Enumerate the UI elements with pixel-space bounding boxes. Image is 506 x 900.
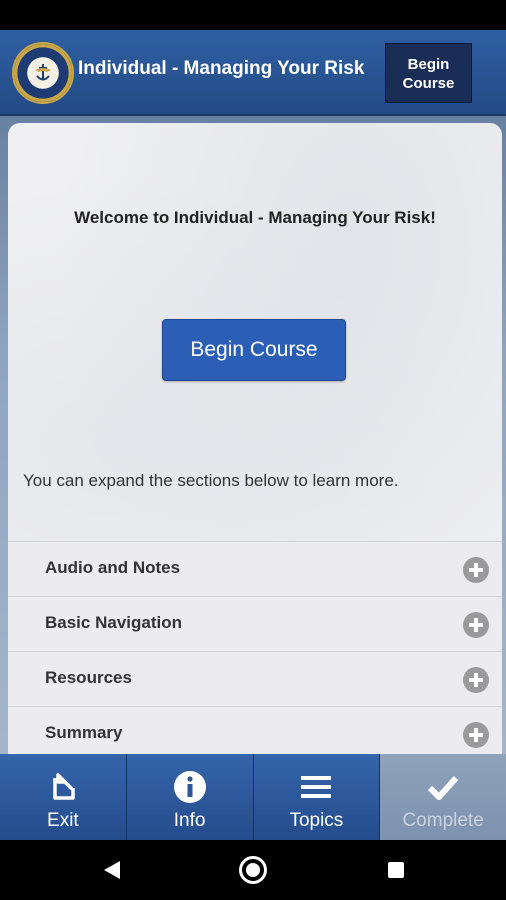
section-basic-navigation[interactable]: Basic Navigation: [8, 596, 502, 651]
course-title: Individual - Managing Your Risk: [78, 58, 365, 79]
tab-label: Info: [173, 810, 206, 831]
section-resources[interactable]: Resources: [8, 651, 502, 706]
section-label: Basic Navigation: [45, 613, 182, 632]
section-label: Resources: [45, 668, 132, 687]
header-begin-course-button[interactable]: Begin Course: [385, 43, 472, 103]
home-icon[interactable]: [239, 856, 267, 884]
section-label: Audio and Notes: [45, 558, 181, 577]
section-summary[interactable]: Summary: [8, 706, 502, 761]
tab-label: Exit: [47, 810, 79, 831]
plus-circle-icon[interactable]: [463, 667, 489, 693]
expand-hint-text: You can expand the sections below to lea…: [23, 471, 399, 490]
header-bar: Individual - Managing Your Risk Begin Co…: [0, 30, 506, 116]
expandable-sections: Audio and Notes Basic Navigation Resourc…: [8, 541, 502, 761]
tab-exit[interactable]: Exit: [0, 754, 127, 840]
begin-course-button[interactable]: Begin Course: [162, 319, 346, 381]
tab-label: Complete: [402, 810, 484, 831]
content-card: Welcome to Individual - Managing Your Ri…: [8, 123, 502, 763]
app-screen: Individual - Managing Your Risk Begin Co…: [0, 30, 506, 840]
tab-topics[interactable]: Topics: [253, 754, 381, 840]
plus-circle-icon[interactable]: [463, 612, 489, 638]
exit-icon: [53, 773, 75, 800]
tab-info[interactable]: Info: [126, 754, 254, 840]
plus-circle-icon[interactable]: [463, 722, 489, 748]
plus-circle-icon[interactable]: [463, 557, 489, 583]
header-begin-line2: Course: [402, 75, 455, 92]
eagle-anchor-icon: [35, 64, 51, 81]
recents-icon[interactable]: [388, 862, 404, 878]
bottom-tab-bar: Exit Info Topics Complete: [0, 754, 506, 840]
checkmark-icon: [428, 775, 459, 800]
header-begin-line1: Begin: [407, 56, 450, 73]
tab-complete[interactable]: Complete: [380, 754, 506, 840]
status-bar: [0, 0, 506, 30]
menu-icon: [301, 776, 332, 798]
back-icon[interactable]: [104, 861, 120, 879]
section-audio-and-notes[interactable]: Audio and Notes: [8, 541, 502, 596]
android-nav-bar: [0, 840, 506, 900]
tab-label: Topics: [289, 810, 344, 831]
info-icon: [173, 771, 206, 803]
navy-seal-logo: [12, 42, 74, 104]
welcome-heading: Welcome to Individual - Managing Your Ri…: [74, 208, 436, 227]
section-label: Summary: [45, 723, 123, 742]
